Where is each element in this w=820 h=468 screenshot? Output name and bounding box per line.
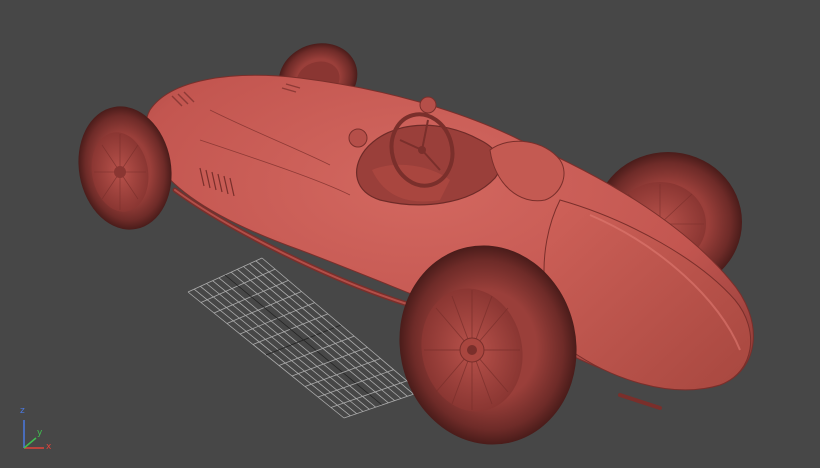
viewport-scene: [0, 0, 820, 468]
3d-viewport[interactable]: z x y: [0, 0, 820, 468]
